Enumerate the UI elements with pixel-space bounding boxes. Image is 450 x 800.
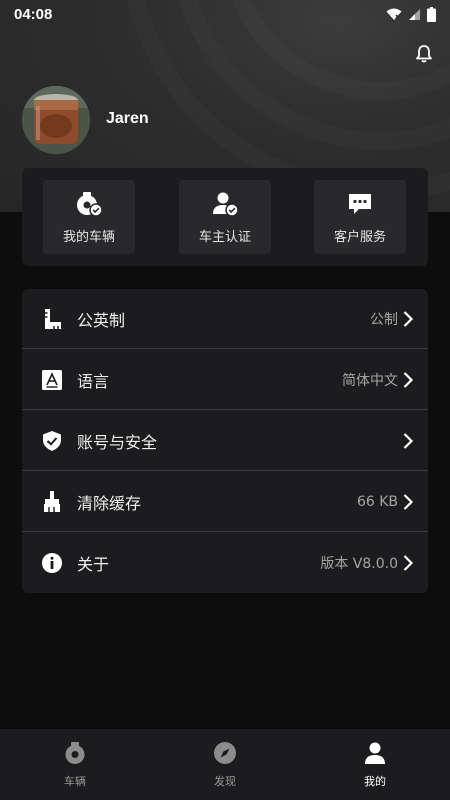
setting-units[interactable]: 公英制 公制 bbox=[22, 289, 428, 349]
setting-value: 版本 V8.0.0 bbox=[320, 556, 398, 572]
setting-label: 清除缓存 bbox=[77, 493, 142, 513]
signal-icon bbox=[409, 8, 420, 20]
setting-account-security[interactable]: 账号与安全 bbox=[22, 411, 428, 471]
chevron-right-icon bbox=[403, 310, 414, 327]
customer-service-button[interactable]: 客户服务 bbox=[314, 180, 406, 254]
customer-service-label: 客户服务 bbox=[333, 229, 386, 245]
username: Jaren bbox=[106, 110, 149, 127]
info-icon bbox=[40, 551, 64, 575]
compass-icon bbox=[214, 741, 236, 764]
ruler-icon bbox=[40, 307, 64, 331]
chevron-right-icon bbox=[403, 432, 414, 449]
language-icon bbox=[40, 368, 64, 392]
setting-about[interactable]: 关于 版本 V8.0.0 bbox=[22, 533, 428, 593]
settings-card: 公英制 公制 语言 简体中文 账号与安全 清除缓存 66 KB 关于 版本 V8… bbox=[22, 289, 428, 593]
owner-verification-button[interactable]: 车主认证 bbox=[179, 180, 271, 254]
avatar-photo bbox=[22, 86, 90, 154]
status-time: 04:08 bbox=[14, 5, 53, 23]
profile-icon bbox=[365, 742, 385, 764]
tab-profile[interactable]: 我的 bbox=[300, 729, 450, 800]
tab-label: 我的 bbox=[364, 774, 386, 788]
tab-label: 发现 bbox=[214, 774, 236, 788]
avatar[interactable] bbox=[22, 86, 90, 154]
battery-icon bbox=[427, 6, 436, 22]
setting-value: 简体中文 bbox=[342, 372, 398, 389]
broom-icon bbox=[40, 490, 64, 514]
tab-vehicle[interactable]: 车辆 bbox=[0, 729, 150, 800]
chevron-right-icon bbox=[403, 493, 414, 510]
status-bar: 04:08 bbox=[0, 0, 450, 28]
chevron-right-icon bbox=[403, 371, 414, 388]
setting-language[interactable]: 语言 简体中文 bbox=[22, 350, 428, 410]
setting-label: 公英制 bbox=[77, 310, 126, 330]
quick-actions-card: 我的车辆 车主认证 客户服务 bbox=[22, 168, 428, 266]
setting-value: 公制 bbox=[370, 311, 398, 328]
setting-label: 语言 bbox=[77, 371, 110, 391]
setting-label: 关于 bbox=[77, 555, 110, 574]
chat-icon bbox=[349, 193, 371, 214]
tab-discover[interactable]: 发现 bbox=[150, 729, 300, 800]
user-check-icon bbox=[213, 192, 239, 217]
setting-clear-cache[interactable]: 清除缓存 66 KB bbox=[22, 472, 428, 532]
shield-check-icon bbox=[40, 429, 64, 453]
car-wheel-check-icon bbox=[77, 191, 103, 217]
setting-value: 66 KB bbox=[356, 493, 398, 510]
my-vehicles-button[interactable]: 我的车辆 bbox=[43, 180, 135, 254]
car-icon bbox=[65, 741, 85, 764]
setting-label: 账号与安全 bbox=[77, 432, 158, 452]
status-icons bbox=[386, 6, 436, 22]
my-vehicles-label: 我的车辆 bbox=[62, 229, 115, 245]
wifi-icon bbox=[386, 8, 402, 20]
bottom-tab-bar: 车辆 发现 我的 bbox=[0, 729, 450, 800]
chevron-right-icon bbox=[403, 555, 414, 571]
notification-bell-icon[interactable] bbox=[414, 44, 434, 64]
tab-label: 车辆 bbox=[64, 774, 86, 788]
owner-verification-label: 车主认证 bbox=[198, 229, 251, 245]
